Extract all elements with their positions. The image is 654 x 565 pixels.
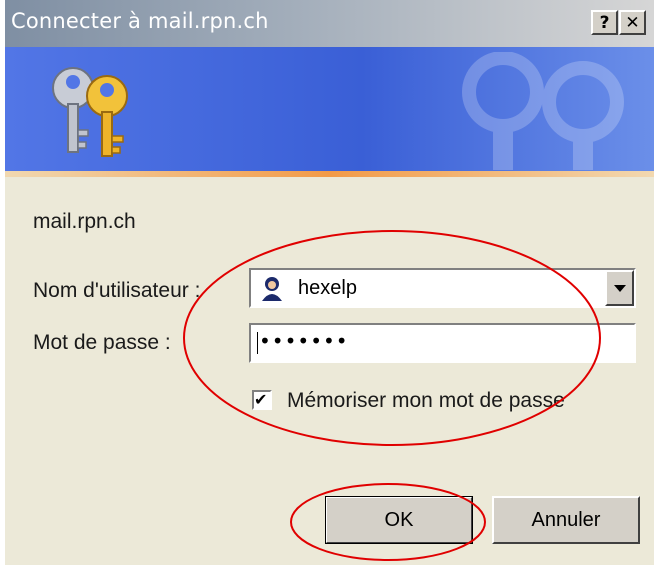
- username-combobox[interactable]: hexelp: [249, 268, 636, 308]
- keys-icon: [52, 67, 128, 157]
- checkmark-icon: ✔: [254, 390, 268, 409]
- password-field[interactable]: •••••••: [249, 323, 636, 363]
- cancel-button[interactable]: Annuler: [492, 496, 640, 544]
- password-value: •••••••: [259, 329, 349, 353]
- window-title: Connecter à mail.rpn.ch: [11, 9, 269, 33]
- server-name: mail.rpn.ch: [33, 210, 136, 233]
- remember-password-label[interactable]: Mémoriser mon mot de passe: [287, 389, 565, 413]
- help-button[interactable]: ?: [591, 10, 618, 35]
- remember-password-checkbox[interactable]: ✔: [252, 390, 272, 410]
- close-button[interactable]: ✕: [619, 10, 646, 35]
- banner-divider: [5, 171, 654, 177]
- username-label: Nom d'utilisateur :: [33, 279, 201, 302]
- password-label: Mot de passe :: [33, 331, 171, 354]
- keys-watermark-icon: [462, 52, 624, 170]
- dropdown-arrow-icon[interactable]: [605, 270, 634, 306]
- username-value: hexelp: [298, 277, 357, 299]
- ok-button[interactable]: OK: [325, 496, 473, 544]
- title-bar: Connecter à mail.rpn.ch ? ✕: [5, 0, 654, 47]
- text-caret: [257, 332, 258, 354]
- user-icon: [259, 275, 285, 302]
- login-dialog: Connecter à mail.rpn.ch ? ✕ mail.rpn.ch …: [5, 0, 654, 565]
